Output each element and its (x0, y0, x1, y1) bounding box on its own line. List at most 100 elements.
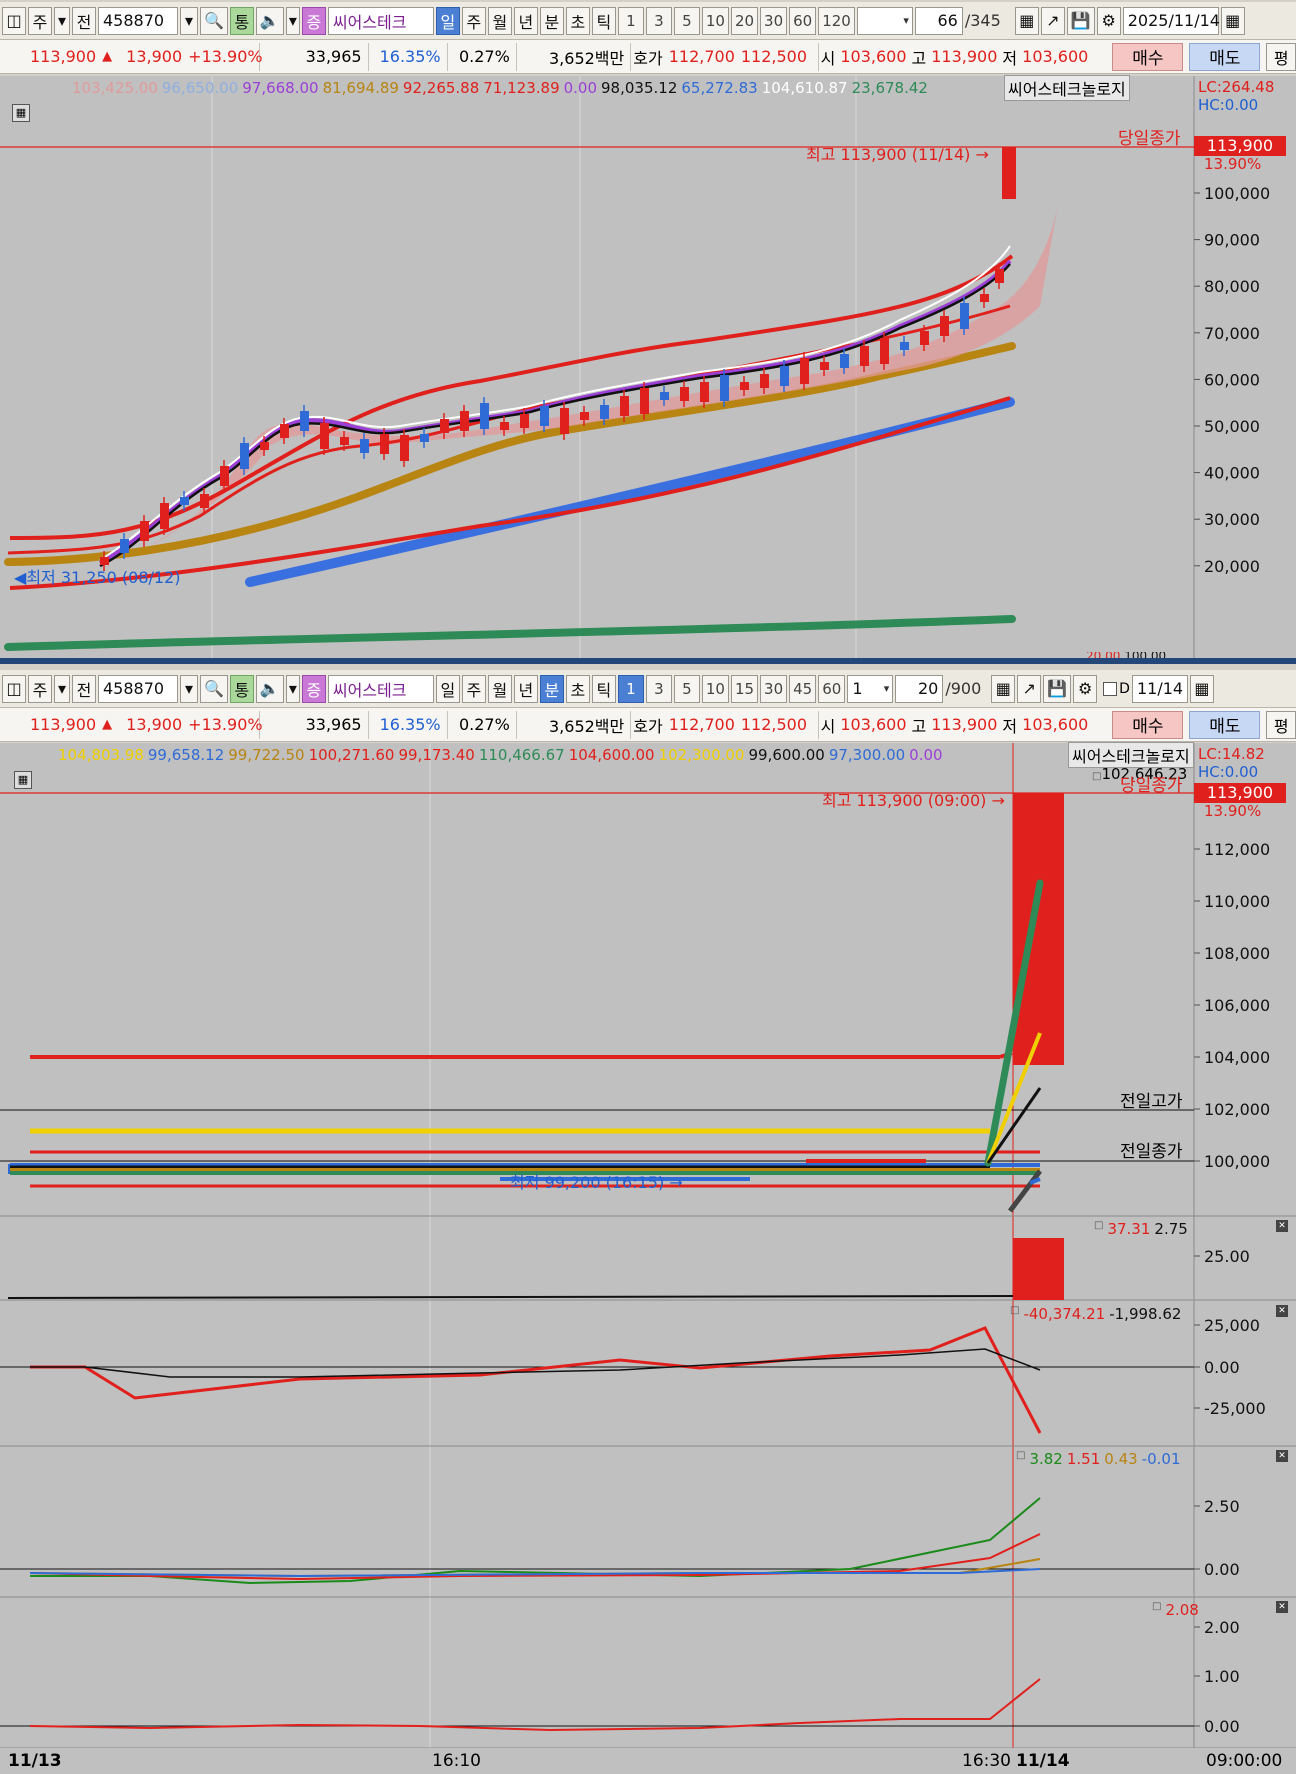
period-month-tab[interactable]: 월 (487, 6, 512, 35)
prev-button[interactable]: 전 (72, 674, 96, 703)
draw-tool-icon[interactable]: ↗ (1040, 6, 1065, 35)
interval-30[interactable]: 30 (760, 6, 788, 35)
interval-10[interactable]: 10 (701, 6, 729, 35)
save-icon[interactable]: 💾 (1066, 6, 1095, 35)
chevron-down-icon[interactable]: ▾ (54, 674, 70, 703)
calendar-icon[interactable]: ▦ (1189, 674, 1214, 703)
interval-3[interactable]: 3 (645, 674, 672, 703)
chevron-down-icon[interactable]: ▾ (54, 6, 70, 35)
chart-type-icon[interactable]: ▦ (991, 674, 1016, 703)
interval-30[interactable]: 30 (760, 674, 788, 703)
big-red-candle (1013, 793, 1064, 1065)
close-icon[interactable]: ✕ (1276, 1601, 1288, 1613)
gear-icon[interactable]: ⚙ (1073, 674, 1098, 703)
interval-input[interactable]: ▾ (856, 6, 913, 35)
grid-toggle-icon[interactable]: ▦ (12, 104, 30, 122)
date-input[interactable]: 2025/11/14 (1122, 6, 1220, 35)
period-week-tab[interactable]: 주 (461, 674, 486, 703)
buy-button[interactable]: 매수 (1112, 42, 1184, 71)
candle-body (500, 422, 509, 430)
chart-type-icon[interactable]: ▦ (1014, 6, 1039, 35)
count-input[interactable]: 20 (895, 674, 944, 703)
stock-name[interactable]: 씨어스테크 (327, 674, 434, 703)
interval-3[interactable]: 3 (645, 6, 672, 35)
market-select[interactable]: 주 (28, 6, 52, 35)
prev-button[interactable]: 전 (72, 6, 96, 35)
interval-60[interactable]: 60 (818, 674, 846, 703)
speaker-icon[interactable]: 🔈 (255, 674, 284, 703)
layout-icon[interactable]: ◫ (2, 674, 26, 703)
calendar-icon[interactable]: ▦ (1220, 6, 1245, 35)
daily-chart[interactable]: 100,000 90,000 80,000 70,000 60,000 50,000 40,… (0, 75, 1296, 660)
minute-y-ticks: 112,000 110,000 108,000 106,000 104,000 102,0… (1194, 840, 1270, 1736)
sell-button[interactable]: 매도 (1189, 710, 1261, 739)
grid-toggle-icon[interactable]: ▦ (14, 771, 32, 789)
interval-120[interactable]: 120 (818, 6, 855, 35)
period-minute-tab[interactable]: 분 (539, 674, 564, 703)
minute-chart[interactable]: 112,000 110,000 108,000 106,000 104,000 102,0… (0, 742, 1296, 1774)
period-week-tab[interactable]: 주 (461, 6, 486, 35)
search-icon[interactable]: 🔍 (200, 6, 228, 35)
period-day-tab[interactable]: 일 (435, 6, 460, 35)
layout-icon[interactable]: ◫ (2, 6, 26, 35)
interval-15[interactable]: 15 (730, 674, 759, 703)
sub1-legend: □ 37.31 2.75 (1094, 1220, 1188, 1238)
candle-body (520, 414, 529, 428)
legend-value: 104,803.98 (58, 746, 144, 764)
count-input[interactable]: 66 (914, 6, 963, 35)
interval-5[interactable]: 5 (673, 6, 700, 35)
market-select[interactable]: 주 (28, 674, 52, 703)
code-dropdown-icon[interactable]: ▾ (180, 674, 198, 703)
period-second-tab[interactable]: 초 (565, 6, 590, 35)
interval-20[interactable]: 20 (730, 6, 759, 35)
period-minute-tab[interactable]: 분 (539, 6, 564, 35)
avg-button[interactable]: 평 (1266, 42, 1296, 71)
interval-1[interactable]: 1 (617, 674, 644, 703)
hoga-label: 호가 (633, 716, 663, 736)
y-tick-label: 106,000 (1204, 996, 1270, 1015)
speaker-dropdown-icon[interactable]: ▾ (285, 6, 300, 35)
sub-legend-value: 2.75 (1154, 1220, 1188, 1238)
gear-icon[interactable]: ⚙ (1096, 6, 1121, 35)
avg-button[interactable]: 평 (1266, 710, 1296, 739)
interval-10[interactable]: 10 (701, 674, 729, 703)
stock-name[interactable]: 씨어스테크 (327, 6, 434, 35)
period-tick-tab[interactable]: 틱 (591, 6, 616, 35)
period-month-tab[interactable]: 월 (487, 674, 512, 703)
code-input[interactable]: 458870 (98, 674, 178, 703)
panel-divider[interactable] (0, 658, 1296, 664)
legend-value: 97,668.00 (242, 79, 319, 97)
speaker-icon[interactable]: 🔈 (255, 6, 284, 35)
speaker-dropdown-icon[interactable]: ▾ (285, 674, 300, 703)
tong-button[interactable]: 통 (229, 674, 254, 703)
d-checkbox[interactable] (1103, 681, 1118, 696)
sub1-volume-bar (1013, 1238, 1064, 1300)
y-tick-label: 0.00 (1204, 1717, 1240, 1736)
interval-45[interactable]: 45 (789, 674, 817, 703)
period-tick-tab[interactable]: 틱 (591, 674, 616, 703)
save-icon[interactable]: 💾 (1043, 674, 1072, 703)
period-second-tab[interactable]: 초 (565, 674, 590, 703)
interval-5[interactable]: 5 (673, 674, 700, 703)
jeung-button[interactable]: 증 (301, 6, 326, 35)
interval-select[interactable]: 1 ▾ (847, 674, 894, 703)
close-icon[interactable]: ✕ (1276, 1220, 1288, 1232)
buy-button[interactable]: 매수 (1112, 710, 1184, 739)
interval-1[interactable]: 1 (617, 6, 644, 35)
draw-tool-icon[interactable]: ↗ (1017, 674, 1042, 703)
code-input[interactable]: 458870 (98, 6, 178, 35)
candle-body (480, 403, 489, 429)
interval-60[interactable]: 60 (789, 6, 817, 35)
close-icon[interactable]: ✕ (1276, 1450, 1288, 1462)
sell-button[interactable]: 매도 (1189, 42, 1261, 71)
period-day-tab[interactable]: 일 (435, 674, 460, 703)
candle-body (320, 423, 329, 449)
jeung-button[interactable]: 증 (301, 674, 326, 703)
period-year-tab[interactable]: 년 (513, 674, 538, 703)
date-input[interactable]: 11/14 (1131, 674, 1188, 703)
period-year-tab[interactable]: 년 (513, 6, 538, 35)
tong-button[interactable]: 통 (229, 6, 254, 35)
close-icon[interactable]: ✕ (1276, 1305, 1288, 1317)
code-dropdown-icon[interactable]: ▾ (180, 6, 198, 35)
search-icon[interactable]: 🔍 (200, 674, 228, 703)
